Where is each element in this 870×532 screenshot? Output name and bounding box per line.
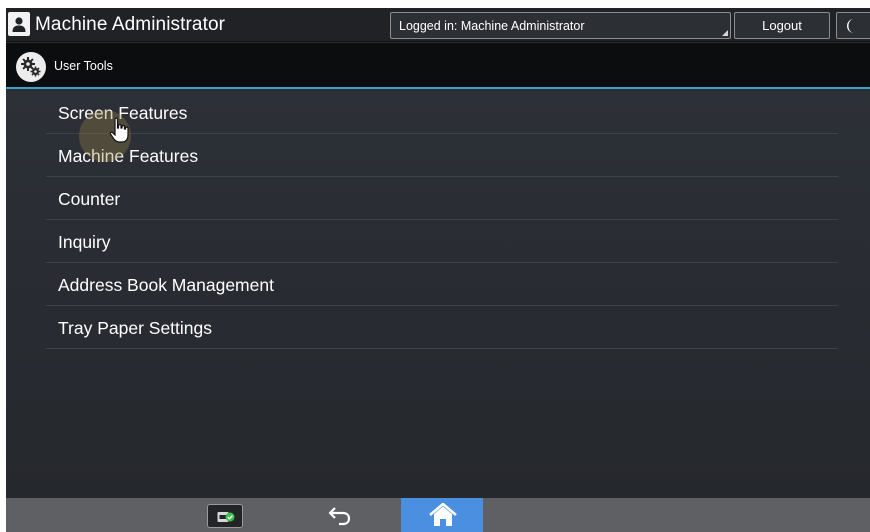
page-title: User Tools: [54, 59, 113, 73]
back-button[interactable]: [320, 502, 360, 530]
energy-saver-button[interactable]: [836, 12, 870, 39]
menu-item-label: Inquiry: [58, 232, 111, 252]
gear-icon: [16, 52, 46, 82]
logged-in-status[interactable]: Logged in: Machine Administrator: [390, 12, 731, 39]
menu-item-machine-features[interactable]: Machine Features: [46, 134, 838, 177]
logout-button[interactable]: Logout: [734, 12, 830, 39]
status-button[interactable]: [207, 504, 243, 528]
home-icon: [429, 503, 457, 526]
logged-in-text: Logged in: Machine Administrator: [399, 19, 585, 33]
hand-cursor-icon: [109, 117, 129, 143]
bottom-bar: [6, 498, 870, 532]
menu-item-label: Machine Features: [58, 146, 199, 166]
home-button[interactable]: [401, 498, 483, 532]
menu-item-address-book-management[interactable]: Address Book Management: [46, 263, 838, 306]
menu-item-counter[interactable]: Counter: [46, 177, 838, 220]
energy-saver-icon: [847, 19, 854, 33]
status-check-icon: [217, 512, 235, 522]
subheader: User Tools: [6, 43, 870, 89]
device-screen: Machine Administrator Logged in: Machine…: [6, 8, 870, 532]
user-title: Machine Administrator: [35, 14, 226, 35]
menu-item-label: Address Book Management: [58, 275, 274, 295]
menu-item-label: Counter: [58, 189, 121, 209]
expand-corner-icon: [722, 30, 728, 36]
user-tools-menu: Screen Features Machine Features Counter…: [6, 91, 870, 498]
back-arrow-icon: [328, 507, 351, 526]
menu-item-inquiry[interactable]: Inquiry: [46, 220, 838, 263]
user-icon: [8, 12, 30, 36]
menu-item-label: Tray Paper Settings: [58, 318, 213, 338]
menu-item-screen-features[interactable]: Screen Features: [46, 91, 838, 134]
top-bar: Machine Administrator Logged in: Machine…: [6, 8, 870, 42]
menu-item-tray-paper-settings[interactable]: Tray Paper Settings: [46, 306, 838, 349]
